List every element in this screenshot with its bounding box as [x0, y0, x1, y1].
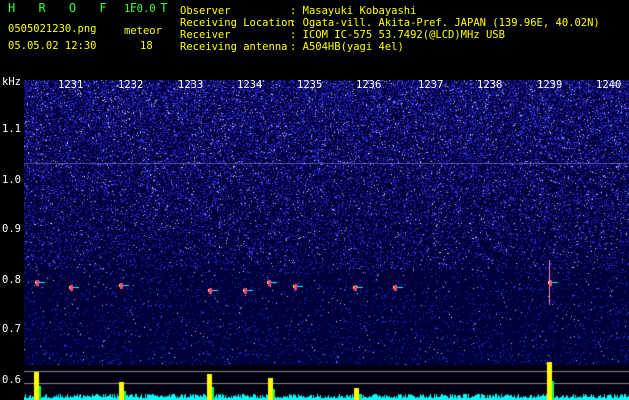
antenna-value: : A504HB(yagi 4el)	[290, 41, 404, 53]
receiver-label: Receiver	[180, 29, 231, 41]
freq-tick: 0.6	[2, 374, 21, 386]
freq-tick: 1.1	[2, 123, 21, 135]
spectrogram-panel	[24, 80, 629, 400]
receiver-value: : ICOM IC-575 53.7492(@LCD)MHz USB	[290, 29, 505, 41]
location-value: : Ogata-vill. Akita-Pref. JAPAN (139.96E…	[290, 17, 600, 29]
antenna-label: Receiving antenna	[180, 41, 288, 53]
meteor-label: meteor	[124, 25, 162, 37]
frequency-unit: kHz	[2, 76, 21, 88]
freq-tick: 1.0	[2, 174, 21, 186]
file-name: 0505021230.png	[8, 23, 97, 35]
location-label: Receiving Location	[180, 17, 294, 29]
freq-tick: 0.8	[2, 274, 21, 286]
observer-value: : Masayuki Kobayashi	[290, 5, 417, 17]
frequency-axis: kHz 1.1 1.0 0.9 0.8 0.7 0.6	[0, 76, 24, 400]
freq-tick: 0.7	[2, 323, 21, 335]
spectrogram-canvas	[24, 80, 629, 400]
app-version: 1.0.0	[124, 3, 156, 15]
meteor-count: 18	[140, 40, 153, 52]
date-time: 05.05.02 12:30	[8, 40, 97, 52]
observer-label: Observer	[180, 5, 231, 17]
header-panel: H R O F F T 1.0.0 0505021230.png 05.05.0…	[0, 0, 629, 78]
freq-tick: 0.9	[2, 223, 21, 235]
